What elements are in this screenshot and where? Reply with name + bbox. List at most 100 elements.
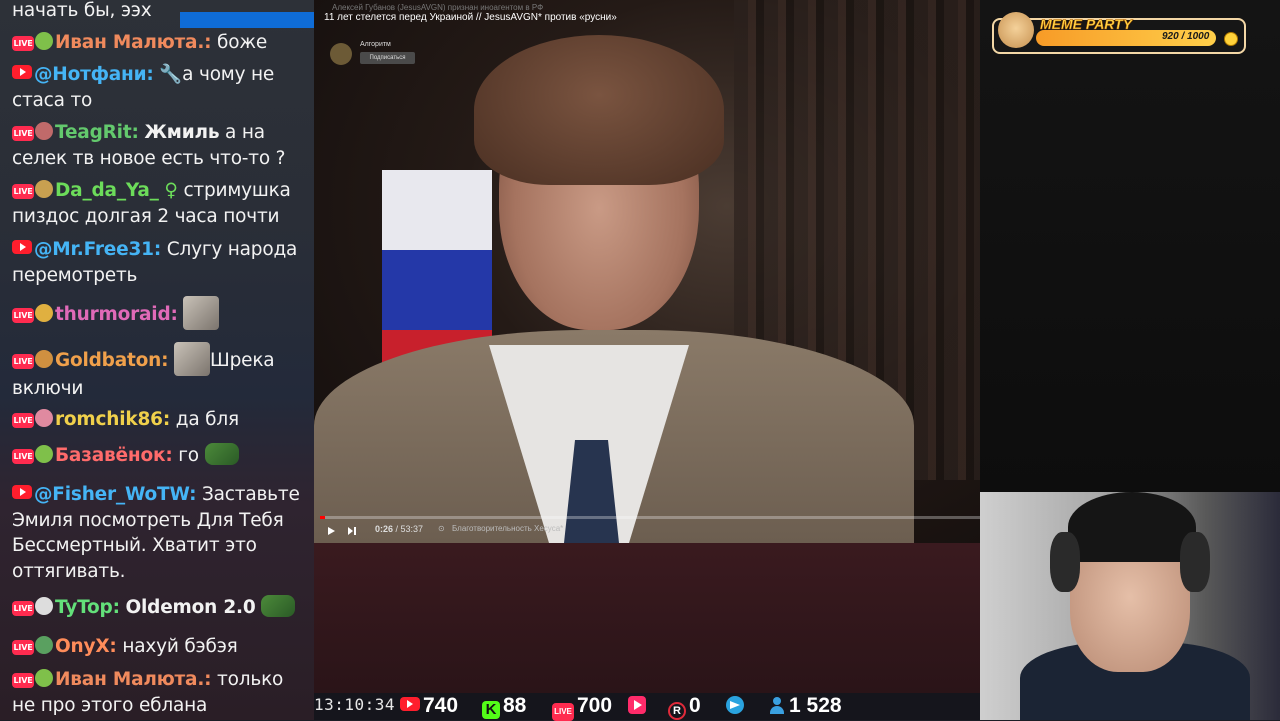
avatar (35, 445, 53, 463)
progress-bar[interactable] (320, 516, 980, 519)
time-display: 0:26 / 53:37 (375, 524, 424, 534)
chat-message: LIVE Иван Малюта.: боже (12, 30, 308, 56)
chat-nick[interactable]: @Mr.Free31: (34, 239, 161, 260)
live-badge-icon: LIVE (12, 449, 34, 464)
avatar (35, 350, 53, 368)
chat-message: LIVE TeagRit: Жмиль а на селек тв новое е… (12, 120, 308, 171)
live-badge-icon: LIVE (12, 354, 34, 369)
total-count: 1 528 (789, 694, 842, 717)
chat-text: да бля (175, 409, 239, 430)
avatar (35, 636, 53, 654)
rutube-viewers (628, 693, 649, 720)
chat-message: LIVE thurmoraid: (12, 296, 308, 330)
kick-count: 88 (503, 694, 527, 717)
avatar (35, 409, 53, 427)
youtube-count: 740 (423, 694, 459, 717)
chat-nick[interactable]: TeagRit: (55, 122, 139, 143)
video-title[interactable]: 11 лет стелется перед Украиной // JesusA… (324, 12, 617, 23)
chat-nick[interactable]: Da_da_Ya_ (55, 180, 159, 201)
stats-bar: 13:10:34 740 K 88 LIVE 700 R0 1 528 (314, 693, 980, 721)
chat-message: LIVE Da_da_Ya_ ♀ стримушка пиздос долгая … (12, 178, 308, 229)
live-badge-icon: LIVE (12, 673, 34, 688)
time-total: 53:37 (400, 524, 424, 534)
chat-nick[interactable]: romchik86: (55, 409, 170, 430)
youtube-icon (12, 240, 32, 254)
chat-message: LIVE TyTop: Oldemon 2.0 (12, 595, 308, 621)
live-badge-icon: LIVE (12, 413, 34, 428)
clock: 13:10:34 (314, 695, 396, 714)
chat-nick[interactable]: Иван Малюта.: (55, 32, 212, 53)
chat-message: LIVE romchik86: да бля (12, 407, 308, 433)
right-background (980, 0, 1280, 492)
live-badge-icon: LIVE (12, 601, 34, 616)
chat-message: LIVE OnyX: нахуй бэбэя (12, 634, 308, 660)
avatar (35, 32, 53, 50)
progress-fill (320, 516, 326, 519)
r-count: 0 (689, 694, 701, 717)
chat-nick[interactable]: thurmoraid: (55, 304, 178, 325)
avatar (35, 597, 53, 615)
chat-message: @Mr.Free31: Слугу народа перемотреть (12, 237, 308, 288)
chat-divider (180, 12, 314, 28)
chat-text: го (178, 445, 199, 466)
lower-background (314, 543, 980, 693)
video-subtitle: Алексей Губанов (JesusAVGN) признан иноа… (332, 3, 544, 12)
meme-party-widget: MEME PARTY 920 / 1000 (992, 12, 1247, 54)
map-emote-icon (261, 595, 296, 617)
total-viewers: 1 528 (768, 693, 842, 720)
time-current: 0:26 (375, 524, 394, 534)
r-viewers: R0 (668, 693, 701, 720)
chat-message: LIVE Goldbaton: Шрека включи (12, 342, 308, 402)
person-hair (474, 35, 724, 185)
r-icon: R (668, 702, 686, 720)
chat-nick[interactable]: Иван Малюта.: (55, 669, 212, 690)
live-badge-icon: LIVE (12, 308, 34, 323)
live-viewers: LIVE 700 (552, 693, 612, 721)
next-icon[interactable] (348, 527, 356, 535)
video-player[interactable]: Алексей Губанов (JesusAVGN) признан иноа… (314, 0, 980, 543)
channel-name[interactable]: Алгоритм (360, 41, 391, 48)
chat-message: @Fisher_WoTW: Заставьте Эмиля посмотреть… (12, 482, 308, 584)
badge-icon: ♀ (164, 180, 178, 201)
chat-nick[interactable]: Goldbaton: (55, 350, 169, 371)
telegram-icon (726, 696, 744, 714)
chapter-label[interactable]: Благотворительность Хесуса* (452, 524, 563, 533)
live-icon: LIVE (552, 703, 574, 721)
chat-message: LIVE Базавёнок: го (12, 443, 308, 469)
chat-message: LIVE Иван Малюта.: только не про этого еб… (12, 667, 308, 718)
doge-icon (998, 12, 1034, 48)
headset-icon (1050, 532, 1080, 592)
channel-logo-icon[interactable] (330, 43, 352, 65)
wrench-icon: 🔧 (159, 64, 183, 85)
live-badge-icon: LIVE (12, 640, 34, 655)
frog-emote-icon (204, 443, 239, 465)
chat-text: боже (217, 32, 268, 53)
youtube-icon (400, 697, 420, 711)
cowboy-cat-emote-icon (174, 342, 211, 376)
chat-nick[interactable]: @Нотфани: (34, 64, 154, 85)
avatar (35, 122, 53, 140)
live-badge-icon: LIVE (12, 36, 34, 51)
chat-nick[interactable]: TyTop: (55, 597, 120, 618)
chat-nick[interactable]: Базавёнок: (55, 445, 173, 466)
play-icon[interactable] (328, 527, 335, 535)
chat-nick[interactable]: OnyX: (55, 636, 117, 657)
headset-icon (1180, 532, 1210, 592)
telegram-viewers (726, 693, 747, 720)
avatar (35, 304, 53, 322)
live-badge-icon: LIVE (12, 184, 34, 199)
youtube-icon (12, 65, 32, 79)
chat-text: Oldemon 2.0 (125, 597, 256, 618)
chapter-icon: ⊙ (438, 524, 445, 533)
rutube-icon (628, 696, 646, 714)
youtube-viewers: 740 (400, 693, 458, 720)
live-badge-icon: LIVE (12, 126, 34, 141)
user-icon (768, 696, 786, 714)
kick-viewers: K 88 (482, 693, 526, 720)
webcam-feed (980, 492, 1280, 720)
chat-nick[interactable]: @Fisher_WoTW: (34, 484, 196, 505)
chat-mention: Жмиль (144, 122, 220, 143)
cat-emote-icon (183, 296, 220, 330)
chat-text: нахуй бэбэя (122, 636, 238, 657)
subscribe-button[interactable]: Подписаться (360, 52, 415, 64)
